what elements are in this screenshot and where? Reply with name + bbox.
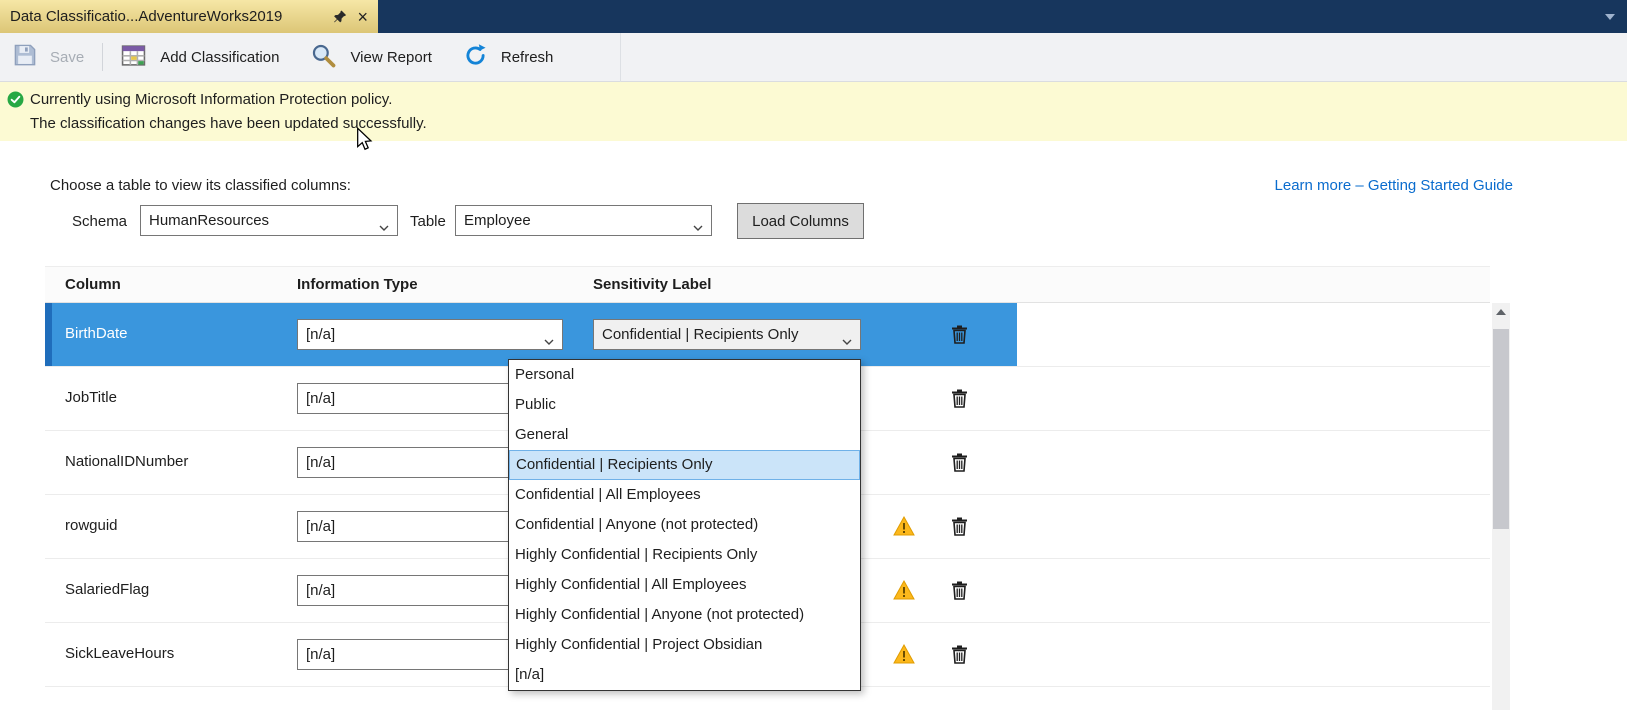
dropdown-option[interactable]: General [509,420,860,450]
document-tab-bar: Data Classificatio...AdventureWorks2019 … [0,0,1627,33]
schema-select-value: HumanResources [149,212,269,229]
delete-classification-button[interactable] [952,517,967,540]
schema-select[interactable]: HumanResources [140,205,398,236]
column-name: SalariedFlag [65,581,149,598]
toolbar-separator [102,43,103,71]
view-report-label: View Report [350,49,431,66]
magnifier-icon [311,43,336,72]
dropdown-option[interactable]: Public [509,390,860,420]
table-select[interactable]: Employee [455,205,712,236]
close-icon[interactable]: × [357,8,368,26]
tab-list-dropdown-icon[interactable] [1605,14,1615,20]
sensitivity-label-value: Confidential | Recipients Only [602,326,799,343]
add-classification-label: Add Classification [160,49,279,66]
chevron-down-icon [693,218,703,235]
delete-classification-button[interactable] [952,325,967,348]
dropdown-option[interactable]: Confidential | All Employees [509,480,860,510]
warning-icon [893,580,915,604]
row-selection-accent [45,303,52,366]
column-name: rowguid [65,517,118,534]
add-classification-icon [121,43,146,72]
add-classification-button[interactable]: Add Classification [105,33,295,81]
pin-icon[interactable] [334,10,347,24]
information-type-value: [n/a] [306,454,335,471]
view-report-button[interactable]: View Report [295,33,447,81]
refresh-label: Refresh [501,49,554,66]
delete-classification-button[interactable] [952,453,967,476]
dropdown-option[interactable]: Confidential | Anyone (not protected) [509,510,860,540]
chevron-down-icon [842,332,852,349]
learn-more-link[interactable]: Learn more – Getting Started Guide [1275,177,1513,194]
information-type-value: [n/a] [306,582,335,599]
column-name: NationalIDNumber [65,453,188,470]
information-type-value: [n/a] [306,326,335,343]
information-type-value: [n/a] [306,518,335,535]
mouse-cursor [354,127,374,151]
tab-title: Data Classificatio...AdventureWorks2019 [10,8,324,25]
vertical-scrollbar[interactable] [1492,303,1510,710]
choose-table-caption: Choose a table to view its classified co… [50,177,351,194]
dropdown-option[interactable]: Highly Confidential | Recipients Only [509,540,860,570]
tab-data-classification[interactable]: Data Classificatio...AdventureWorks2019 … [0,0,378,33]
refresh-button[interactable]: Refresh [448,33,570,81]
toolbar: Save Add Classification [0,33,1627,82]
dropdown-option-highlighted[interactable]: Confidential | Recipients Only [509,450,860,480]
schema-label: Schema [72,213,127,230]
data-classification-window: Data Classificatio...AdventureWorks2019 … [0,0,1627,710]
chevron-down-icon [379,218,389,235]
status-line-1: Currently using Microsoft Information Pr… [30,88,427,112]
dropdown-option[interactable]: [n/a] [509,660,860,690]
table-select-value: Employee [464,212,531,229]
grid-header-row: Column Information Type Sensitivity Labe… [45,266,1490,303]
header-information-type: Information Type [297,276,418,293]
delete-classification-button[interactable] [952,581,967,604]
header-sensitivity-label: Sensitivity Label [593,276,711,293]
save-icon [14,44,36,70]
table-row[interactable]: BirthDate [n/a] Confidential | Recipient… [45,303,1490,367]
save-button[interactable]: Save [14,33,100,81]
information-type-value: [n/a] [306,390,335,407]
dropdown-option[interactable]: Highly Confidential | All Employees [509,570,860,600]
column-name: SickLeaveHours [65,645,174,662]
warning-icon [893,516,915,540]
toolbar-end-separator [620,33,621,82]
sensitivity-label-dropdown-popup: Personal Public General Confidential | R… [508,359,861,691]
load-columns-button[interactable]: Load Columns [737,203,864,239]
sensitivity-label-select[interactable]: Confidential | Recipients Only [593,319,861,350]
dropdown-option[interactable]: Highly Confidential | Anyone (not protec… [509,600,860,630]
information-type-value: [n/a] [306,646,335,663]
save-label: Save [50,49,84,66]
column-name: JobTitle [65,389,117,406]
delete-classification-button[interactable] [952,645,967,668]
delete-classification-button[interactable] [952,389,967,412]
success-check-icon [7,91,24,112]
refresh-icon [464,44,487,71]
warning-icon [893,644,915,668]
column-name: BirthDate [65,325,128,342]
table-label: Table [410,213,446,230]
status-message-bar: Currently using Microsoft Information Pr… [0,82,1627,141]
information-type-select[interactable]: [n/a] [297,319,563,350]
dropdown-option[interactable]: Personal [509,360,860,390]
header-column: Column [65,276,121,293]
chevron-down-icon [544,332,554,349]
dropdown-option[interactable]: Highly Confidential | Project Obsidian [509,630,860,660]
scrollbar-up-arrow[interactable] [1492,303,1510,321]
scrollbar-thumb[interactable] [1493,329,1509,529]
